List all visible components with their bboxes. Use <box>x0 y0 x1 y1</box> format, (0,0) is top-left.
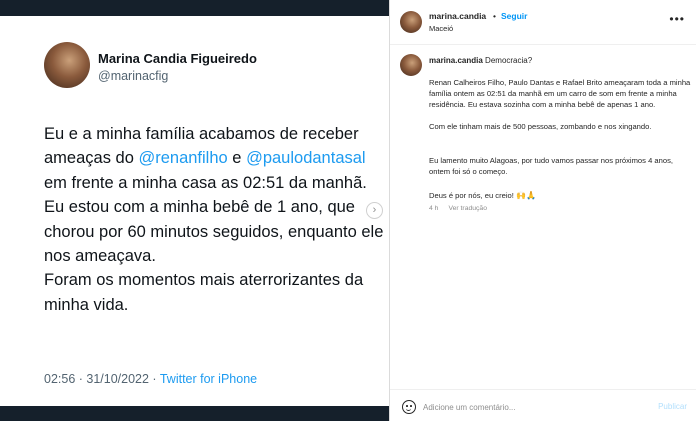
header-separator: • <box>493 11 496 21</box>
follow-button[interactable]: Seguir <box>501 11 527 21</box>
caption-paragraph-3: Eu lamento muito Alagoas, por tudo vamos… <box>429 156 673 176</box>
tweet-text-segment: em frente a minha casa as 02:51 da manhã… <box>44 173 367 192</box>
tweet-author-handle: @marinacfig <box>98 69 169 83</box>
tweet-text-segment: Eu estou com a minha bebê de 1 ano, que … <box>44 198 384 266</box>
tweet-card: Marina Candia Figueiredo @marinacfig Eu … <box>0 16 389 406</box>
tweet-meta: 02:56 · 31/10/2022 · Twitter for iPhone <box>44 372 257 386</box>
publish-button[interactable]: Publicar <box>658 402 687 411</box>
caption-avatar[interactable] <box>400 54 422 76</box>
tweet-mention-link[interactable]: @paulodantasal <box>246 149 366 167</box>
avatar[interactable] <box>400 11 422 33</box>
caption-paragraph-4: Deus é por nós, eu creio! 🙌🙏 <box>429 191 691 202</box>
post-side-panel: marina.candia • Seguir Maceió ••• marina… <box>389 0 696 421</box>
post-time[interactable]: 4 h <box>429 205 438 212</box>
caption-title: Democracia? <box>485 56 533 65</box>
tweet-mention-link[interactable]: @renanfilho <box>138 149 227 167</box>
header-username[interactable]: marina.candia <box>429 11 486 21</box>
post-header: marina.candia • Seguir Maceió ••• <box>390 0 696 45</box>
next-arrow-icon[interactable]: › <box>366 202 383 219</box>
tweet-avatar <box>44 42 90 88</box>
post-image: Marina Candia Figueiredo @marinacfig Eu … <box>0 0 389 421</box>
tweet-timestamp: 02:56 · 31/10/2022 · <box>44 372 160 386</box>
praise-hands-icon: 🙌🙏 <box>515 191 536 200</box>
tweet-author-name: Marina Candia Figueiredo <box>98 51 257 66</box>
caption-paragraph-2: Com ele tinham mais de 500 pessoas, zomb… <box>429 122 652 131</box>
tweet-text-segment: Foram os momentos mais aterrorizantes da… <box>44 271 364 314</box>
emoji-smile-icon[interactable] <box>402 400 416 414</box>
caption-first-line: marina.candia Democracia? <box>429 56 679 67</box>
caption-username[interactable]: marina.candia <box>429 56 483 65</box>
caption-closing: Deus é por nós, eu creio! <box>429 191 514 200</box>
caption-meta: 4 h Ver tradução <box>429 205 487 212</box>
comment-input[interactable] <box>423 399 643 415</box>
more-options-icon[interactable]: ••• <box>669 12 685 26</box>
tweet-source: Twitter for iPhone <box>159 372 258 386</box>
caption-paragraph-1: Renan Calheiros Filho, Paulo Dantas e Ra… <box>429 78 691 109</box>
tweet-text-segment: e <box>227 149 247 168</box>
comment-bar: Publicar <box>390 389 696 421</box>
tweet-text: Eu e a minha família acabamos de receber… <box>44 122 384 317</box>
translate-link[interactable]: Ver tradução <box>448 205 487 212</box>
header-location[interactable]: Maceió <box>429 24 453 33</box>
